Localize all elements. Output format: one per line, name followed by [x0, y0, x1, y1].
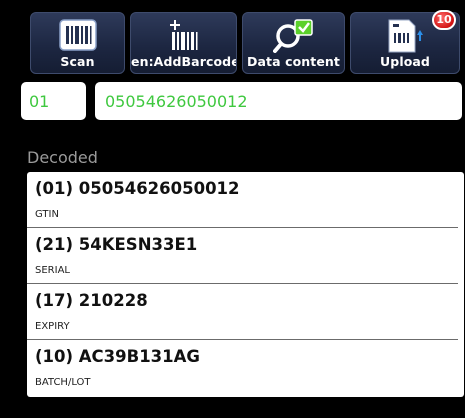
barcode-icon — [58, 19, 97, 51]
add-barcode-label: en:AddBarcode — [131, 54, 236, 69]
list-item[interactable]: (21) 54KESN33E1 SERIAL — [27, 228, 464, 284]
decoded-value: (21) 54KESN33E1 — [35, 235, 198, 254]
decoded-field-name: GTIN — [35, 209, 59, 220]
toolbar: Scan en:AddBarcode Data content 10 Uploa… — [0, 0, 465, 74]
upload-count-badge: 10 — [432, 10, 456, 30]
ai-code-field[interactable]: 01 — [21, 82, 86, 120]
upload-button[interactable]: 10 Upload — [350, 10, 460, 74]
list-item[interactable]: (10) AC39B131AG BATCH/LOT — [27, 340, 464, 396]
decoded-value: (17) 210228 — [35, 291, 148, 310]
data-content-button[interactable]: Data content — [242, 12, 345, 74]
upload-icon — [388, 19, 423, 53]
data-content-label: Data content — [247, 54, 340, 69]
decoded-field-name: BATCH/LOT — [35, 377, 91, 388]
decoded-value: (10) AC39B131AG — [35, 347, 200, 366]
list-item[interactable]: (17) 210228 EXPIRY — [27, 284, 464, 340]
data-content-icon — [272, 19, 313, 53]
add-barcode-icon — [169, 20, 197, 50]
scan-button[interactable]: Scan — [30, 12, 125, 74]
upload-label: Upload — [380, 54, 430, 69]
add-barcode-button[interactable]: en:AddBarcode — [130, 12, 237, 74]
decoded-heading: Decoded — [27, 148, 98, 167]
decoded-field-name: SERIAL — [35, 265, 70, 276]
decoded-value: (01) 05054626050012 — [35, 179, 240, 198]
barcode-value-field[interactable]: 05054626050012 — [95, 82, 462, 120]
decoded-field-name: EXPIRY — [35, 321, 70, 332]
decoded-list: (01) 05054626050012 GTIN (21) 54KESN33E1… — [27, 172, 464, 397]
list-item[interactable]: (01) 05054626050012 GTIN — [27, 172, 464, 228]
scan-label: Scan — [60, 54, 95, 69]
